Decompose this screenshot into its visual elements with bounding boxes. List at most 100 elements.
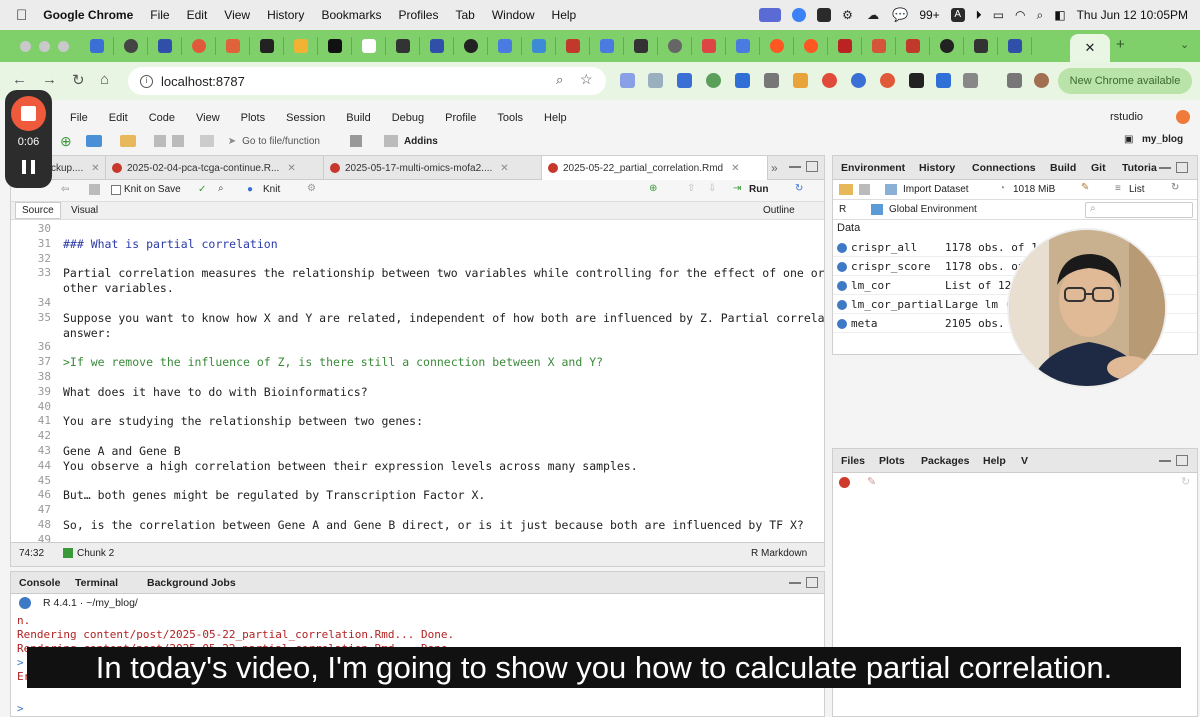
minimize-pane-icon[interactable] bbox=[789, 166, 801, 168]
new-project-icon[interactable] bbox=[85, 135, 102, 147]
tab-help[interactable]: Help bbox=[983, 455, 1006, 467]
close-window-icon[interactable] bbox=[20, 41, 31, 52]
window-controls[interactable] bbox=[20, 41, 69, 52]
find-icon[interactable]: ⌕ bbox=[218, 183, 224, 194]
visual-mode-tab[interactable]: Visual bbox=[71, 205, 98, 216]
app-name[interactable]: Google Chrome bbox=[43, 8, 133, 22]
editor-tab[interactable]: 2025-02-04-pca-tcga-continue.R... ✕ bbox=[106, 156, 324, 180]
code-line[interactable]: But… both genes might be regulated by Tr… bbox=[63, 488, 485, 502]
code-line[interactable]: You observe a high correlation between t… bbox=[63, 459, 638, 473]
zoom-icon[interactable] bbox=[792, 8, 807, 22]
code-line[interactable]: So, is the correlation between Gene A an… bbox=[63, 518, 804, 532]
tab-favicon[interactable] bbox=[522, 37, 556, 55]
memory-usage[interactable]: 1018 MiB bbox=[1013, 184, 1055, 195]
nav-back-icon[interactable]: ⇦ bbox=[61, 184, 69, 195]
extension-icon[interactable] bbox=[851, 73, 866, 88]
tab-favicon[interactable] bbox=[80, 37, 114, 55]
tab-favicon[interactable] bbox=[828, 37, 862, 55]
tab-git[interactable]: Git bbox=[1091, 162, 1106, 174]
minimize-console-icon[interactable] bbox=[789, 582, 801, 584]
extension-icon[interactable] bbox=[936, 73, 951, 88]
code-line[interactable]: What does it have to do with Bioinformat… bbox=[63, 385, 368, 399]
rmenu-file[interactable]: File bbox=[70, 112, 88, 124]
rerun-icon[interactable]: ↻ bbox=[795, 183, 803, 194]
tab-favicon[interactable] bbox=[352, 37, 386, 55]
save-icon[interactable] bbox=[153, 135, 166, 147]
menu-help[interactable]: Help bbox=[552, 8, 577, 22]
clock[interactable]: Thu Jun 12 10:05PM bbox=[1077, 8, 1188, 22]
tab-favicon[interactable] bbox=[930, 37, 964, 55]
code-line[interactable]: ### What is partial correlation bbox=[63, 237, 278, 251]
update-chrome-button[interactable]: New Chrome available bbox=[1058, 68, 1192, 94]
tab-history[interactable]: History bbox=[919, 162, 955, 174]
code-tools-icon[interactable] bbox=[349, 135, 362, 147]
menu-profiles[interactable]: Profiles bbox=[398, 8, 438, 22]
broom-icon[interactable]: ✎ bbox=[1081, 182, 1089, 193]
minimize-files-icon[interactable] bbox=[1159, 460, 1171, 462]
bookmark-star-icon[interactable]: ☆ bbox=[580, 71, 593, 88]
tab-favicon[interactable] bbox=[590, 37, 624, 55]
load-workspace-icon[interactable] bbox=[839, 184, 853, 195]
wifi-icon[interactable]: ◠ bbox=[1015, 8, 1025, 22]
code-line[interactable]: Suppose you want to know how X and Y are… bbox=[63, 311, 824, 325]
weather-icon[interactable]: ☁ bbox=[867, 8, 881, 22]
expand-object-icon[interactable] bbox=[837, 243, 847, 253]
settings-gear-icon[interactable]: ⚙ bbox=[307, 183, 316, 194]
refresh-files-icon[interactable]: ↻ bbox=[1181, 475, 1190, 488]
code-line[interactable]: Partial correlation measures the relatio… bbox=[63, 266, 824, 280]
tab-favicon[interactable] bbox=[760, 37, 794, 55]
close-tab-icon[interactable]: ✕ bbox=[731, 163, 739, 174]
maximize-files-icon[interactable] bbox=[1176, 455, 1188, 466]
rmenu-plots[interactable]: Plots bbox=[241, 112, 265, 124]
reload-icon[interactable]: ↻ bbox=[72, 71, 85, 89]
tab-favicon[interactable] bbox=[556, 37, 590, 55]
menu-history[interactable]: History bbox=[267, 8, 304, 22]
env-search-input[interactable]: ⌕ bbox=[1085, 202, 1193, 218]
view-mode-selector[interactable]: List bbox=[1129, 184, 1145, 195]
knit-on-save-checkbox[interactable] bbox=[111, 185, 121, 195]
menu-bookmarks[interactable]: Bookmarks bbox=[321, 8, 381, 22]
save-workspace-icon[interactable] bbox=[859, 184, 870, 195]
extension-icon[interactable] bbox=[677, 73, 692, 88]
tab-favicon[interactable] bbox=[114, 37, 148, 55]
maximize-console-icon[interactable] bbox=[806, 577, 818, 588]
tab-search-icon[interactable]: ⌄ bbox=[1180, 38, 1189, 51]
search-icon[interactable]: ⌕ bbox=[1037, 8, 1044, 23]
zoom-lens-icon[interactable]: ⌕ bbox=[556, 72, 563, 88]
maximize-env-icon[interactable] bbox=[1176, 162, 1188, 173]
insert-chunk-icon[interactable]: ⊕ bbox=[649, 183, 657, 194]
expand-object-icon[interactable] bbox=[837, 300, 847, 310]
tab-favicon[interactable] bbox=[420, 37, 454, 55]
code-line[interactable]: answer: bbox=[63, 326, 111, 340]
goto-file-input[interactable]: Go to file/function bbox=[242, 136, 320, 147]
menu-window[interactable]: Window bbox=[492, 8, 535, 22]
tab-favicon[interactable] bbox=[896, 37, 930, 55]
menu-view[interactable]: View bbox=[224, 8, 250, 22]
play-icon[interactable]: ⏵ bbox=[976, 8, 982, 23]
outline-button[interactable]: Outline bbox=[763, 205, 795, 216]
tab-console[interactable]: Console bbox=[19, 577, 60, 589]
tab-favicon[interactable] bbox=[318, 37, 352, 55]
rmenu-session[interactable]: Session bbox=[286, 112, 325, 124]
battery-icon[interactable]: ▭ bbox=[993, 8, 1004, 22]
tab-build[interactable]: Build bbox=[1050, 162, 1076, 174]
input-source-icon[interactable]: A bbox=[950, 8, 965, 22]
tab-favicon[interactable] bbox=[182, 37, 216, 55]
extension-icon[interactable] bbox=[909, 73, 924, 88]
home-icon[interactable]: ⌂ bbox=[100, 71, 109, 88]
layout-icon[interactable] bbox=[383, 135, 398, 147]
tab-plots[interactable]: Plots bbox=[879, 455, 905, 467]
url-text[interactable]: localhost:8787 bbox=[161, 74, 245, 89]
extensions-puzzle-icon[interactable] bbox=[963, 73, 978, 88]
rmenu-code[interactable]: Code bbox=[149, 112, 175, 124]
extension-icon[interactable] bbox=[793, 73, 808, 88]
open-file-icon[interactable] bbox=[119, 135, 136, 147]
new-file-icon[interactable]: ⊕ bbox=[60, 133, 72, 150]
power-icon[interactable] bbox=[1176, 110, 1190, 124]
rmenu-debug[interactable]: Debug bbox=[392, 112, 424, 124]
pause-recording-icon[interactable] bbox=[22, 160, 35, 174]
run-button[interactable]: Run bbox=[749, 184, 768, 195]
tab-tutorial[interactable]: Tutoria bbox=[1122, 162, 1157, 174]
global-env-selector[interactable]: Global Environment bbox=[889, 204, 977, 215]
extension-icon[interactable] bbox=[706, 73, 721, 88]
